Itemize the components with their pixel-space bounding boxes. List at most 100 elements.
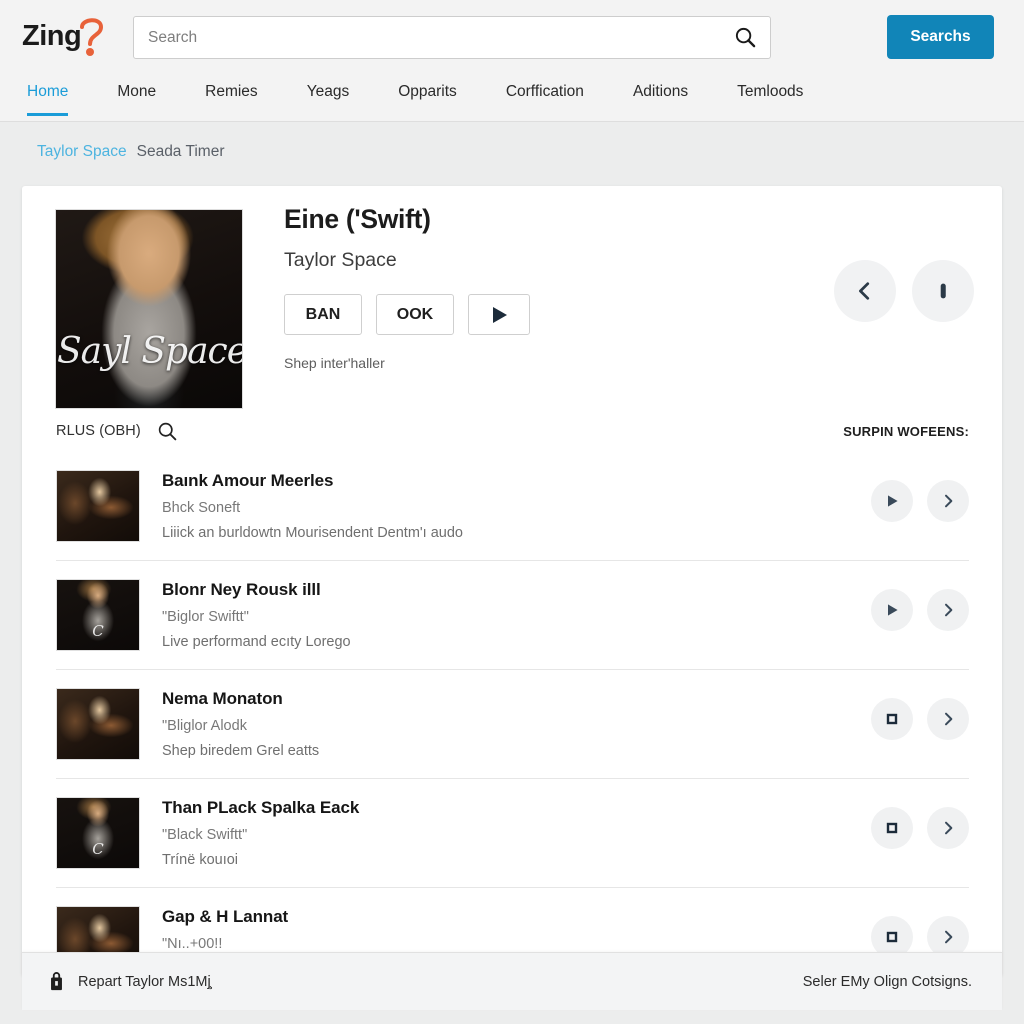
row-actions [871, 579, 969, 631]
hero-button-ban[interactable]: BAN [284, 294, 362, 335]
row-detail-button[interactable] [927, 807, 969, 849]
search-input[interactable] [134, 28, 720, 47]
row-actions [871, 470, 969, 522]
row-description: Live performand ecıty Lorego [162, 634, 351, 650]
nav-item-temloods[interactable]: Temloods [737, 72, 803, 116]
breadcrumb-current: Seada Timer [136, 143, 225, 160]
row-description: Liiick an burldowtn Mourisendent Dentm'ı… [162, 525, 463, 541]
hero-note: Shep inter'haller [284, 355, 385, 371]
row-description: Trínë kouıoi [162, 852, 239, 868]
row-body: Nema Monaton "Bliglor Alodk Shep biredem… [162, 688, 855, 759]
search-icon[interactable] [720, 17, 770, 58]
breadcrumb-link[interactable]: Taylor Space [37, 143, 127, 161]
footer-left-text: Repart Taylor Ms1Mj̧ [78, 973, 211, 990]
row-detail-button[interactable] [927, 589, 969, 631]
hero-button-ook[interactable]: OOK [376, 294, 454, 335]
chevron-right-icon [940, 929, 956, 945]
nav-item-home[interactable]: Home [27, 72, 69, 116]
result-list: Baınk Amour Meerles Bhck Soneft Liiick a… [22, 452, 1002, 976]
row-title: Than PLack Spalka Eack [162, 798, 360, 817]
row-body: Than PLack Spalka Eack "Black Swiftt" Tr… [162, 797, 855, 868]
footer-left: Repart Taylor Ms1Mj̧ [48, 971, 211, 992]
briefcase-icon [48, 971, 65, 992]
row-thumbnail [56, 688, 140, 760]
row-detail-button[interactable] [927, 480, 969, 522]
page-root: Zing Searchs Home Mone Remies Yeags [0, 0, 1024, 1024]
row-subtitle: "Biglor Swiftt" [162, 609, 249, 625]
list-header-right-label: SURPIN WOFEENS: [843, 423, 969, 439]
nav-item-yeags[interactable]: Yeags [307, 72, 350, 116]
row-actions [871, 688, 969, 740]
row-title: Baınk Amour Meerles [162, 471, 334, 490]
chevron-right-icon [940, 711, 956, 727]
logo-text: Zing [22, 20, 82, 52]
list-search-icon[interactable] [157, 421, 178, 442]
row-subtitle: "Black Swiftt" [162, 827, 248, 843]
row-play-button[interactable] [871, 480, 913, 522]
row-thumbnail [56, 470, 140, 542]
table-row[interactable]: Nema Monaton "Bliglor Alodk Shep biredem… [56, 670, 969, 779]
row-actions [871, 797, 969, 849]
question-swoosh-icon [77, 14, 107, 60]
stop-icon [884, 711, 900, 727]
play-icon [489, 305, 509, 325]
hero-title: Eine ('Swift) [284, 204, 431, 234]
row-subtitle: "Bliglor Alodk [162, 718, 247, 734]
hero-previous-button[interactable] [834, 260, 896, 322]
chevron-right-icon [940, 493, 956, 509]
hero-subtitle: Taylor Space [284, 249, 397, 271]
chevron-right-icon [940, 820, 956, 836]
hero-play-button[interactable] [468, 294, 530, 335]
footer-right-text: Seler EMy Olign Cotsigns. [802, 973, 972, 990]
row-play-button[interactable] [871, 589, 913, 631]
breadcrumb: Taylor Space Seada Timer [37, 143, 225, 161]
nav-item-remies[interactable]: Remies [205, 72, 258, 116]
chevron-right-icon [940, 602, 956, 618]
play-icon [884, 602, 900, 618]
row-stop-button[interactable] [871, 807, 913, 849]
row-body: Blonr Ney Rousk illl "Biglor Swiftt" Liv… [162, 579, 855, 650]
search-bar[interactable] [133, 16, 771, 59]
search-submit-button[interactable]: Searchs [887, 15, 994, 59]
hero-pause-button[interactable] [912, 260, 974, 322]
table-row[interactable]: C Blonr Ney Rousk illl "Biglor Swiftt" L… [56, 561, 969, 670]
stop-icon [884, 929, 900, 945]
row-subtitle: "Nı..+00!! [162, 936, 223, 952]
table-row[interactable]: C Than PLack Spalka Eack "Black Swiftt" … [56, 779, 969, 888]
logo[interactable]: Zing [22, 14, 108, 60]
row-title: Nema Monaton [162, 689, 283, 708]
stop-icon [884, 820, 900, 836]
pause-bar-icon [932, 280, 954, 302]
hero-photo [56, 210, 242, 408]
hero-circle-controls [834, 260, 974, 322]
table-row[interactable]: Baınk Amour Meerles Bhck Soneft Liiick a… [56, 452, 969, 561]
row-thumb-script-text: C [92, 622, 104, 640]
hero-info: Eine ('Swift) Taylor Space BAN OOK Shep … [284, 204, 530, 371]
row-subtitle: Bhck Soneft [162, 500, 241, 516]
app-header: Zing Search s [0, 0, 1024, 72]
row-thumb-photo [57, 471, 139, 541]
list-header-label: RLUS (OBH) [56, 423, 141, 439]
list-header: RLUS (OBH) SURPIN WOFEENS: [22, 410, 1002, 452]
row-thumb-script-text: C [92, 840, 104, 858]
list-header-left: RLUS (OBH) [56, 421, 178, 442]
row-title: Gap & H Lannat [162, 907, 289, 926]
row-body: Baınk Amour Meerles Bhck Soneft Liiick a… [162, 470, 855, 541]
content-card: Sayl Space Eine ('Swift) Taylor Space BA… [22, 186, 1002, 976]
nav-item-mone[interactable]: Mone [117, 72, 156, 116]
row-thumbnail: C [56, 579, 140, 651]
nav-item-opparits[interactable]: Opparits [398, 72, 457, 116]
row-thumb-photo [57, 689, 139, 759]
row-title: Blonr Ney Rousk illl [162, 580, 321, 599]
play-icon [884, 493, 900, 509]
row-description: Shep biredem Grel eatts [162, 743, 320, 759]
chevron-left-icon [854, 280, 876, 302]
nav-item-corffication[interactable]: Corffication [506, 72, 584, 116]
row-actions [871, 906, 969, 958]
row-stop-button[interactable] [871, 698, 913, 740]
footer-bar: Repart Taylor Ms1Mj̧ Seler EMy Olign Cot… [22, 952, 1002, 1010]
nav-item-aditions[interactable]: Aditions [633, 72, 688, 116]
hero-album-art: Sayl Space [55, 209, 243, 409]
main-nav: Home Mone Remies Yeags Opparits Corffica… [0, 72, 1024, 122]
row-detail-button[interactable] [927, 698, 969, 740]
